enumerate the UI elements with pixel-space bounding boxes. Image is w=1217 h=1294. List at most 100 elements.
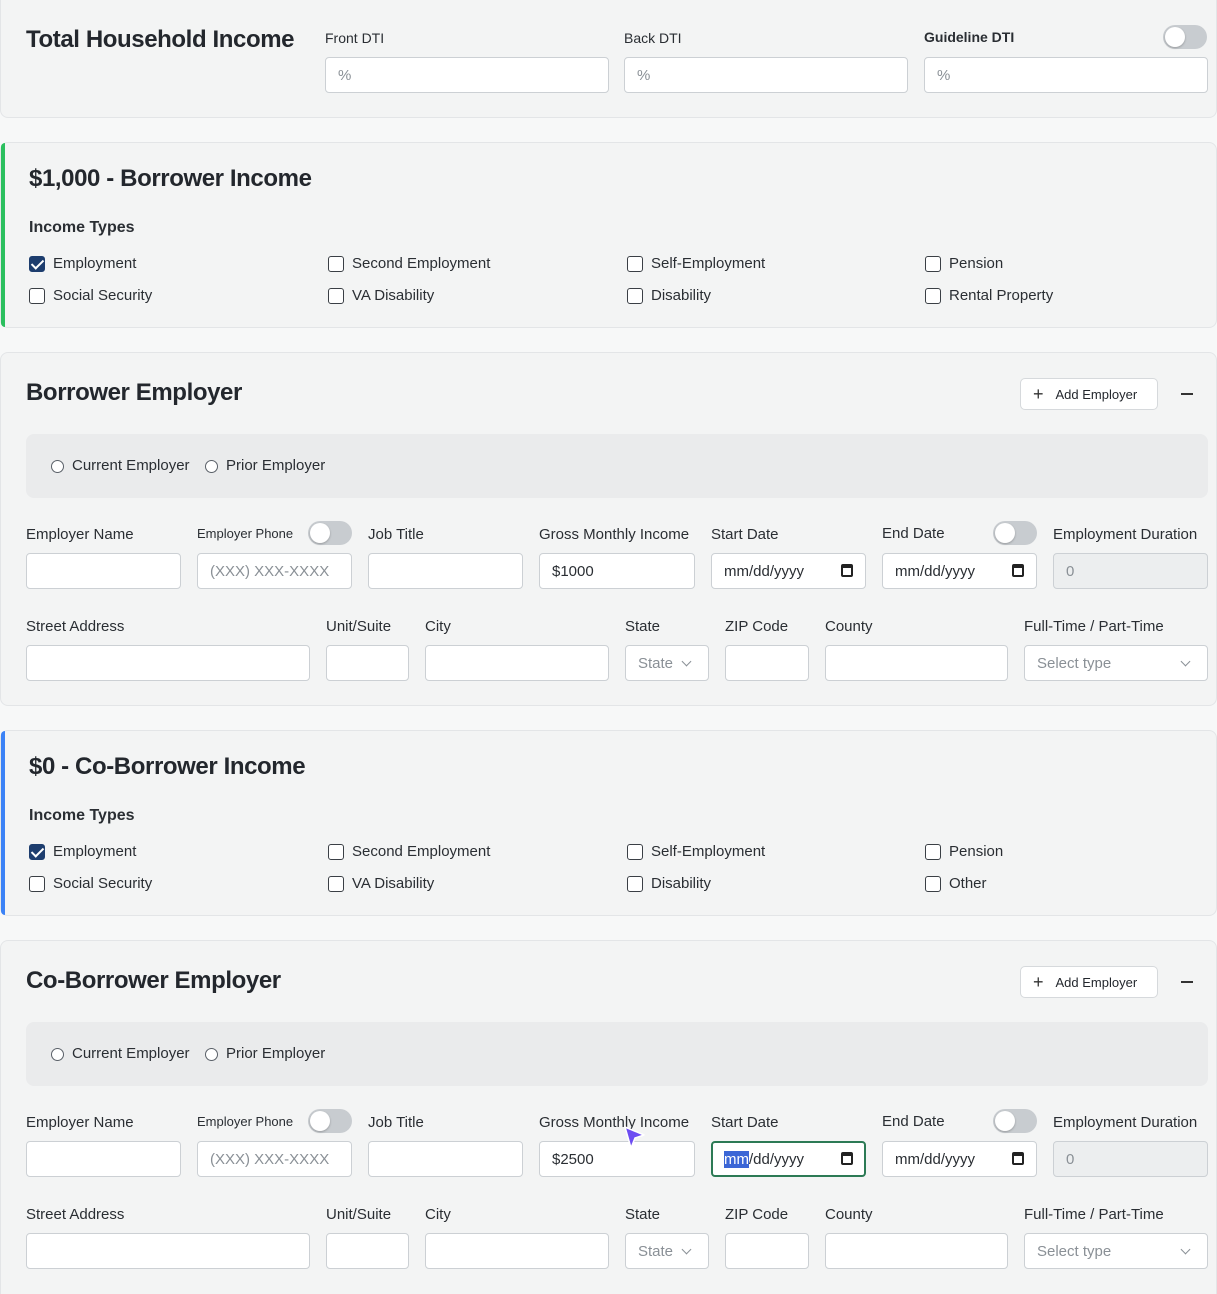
- job-title-input[interactable]: [368, 1141, 523, 1177]
- social-security-checkbox[interactable]: [29, 288, 45, 304]
- pension-checkbox[interactable]: [925, 256, 941, 272]
- end-date-label: End Date: [882, 1113, 945, 1130]
- pension-label[interactable]: Pension: [949, 843, 1003, 860]
- coborrower-employer-card: Co-Borrower Employer + Add Employer Curr…: [0, 940, 1217, 1294]
- self-employment-checkbox[interactable]: [627, 256, 643, 272]
- fulltime-parttime-select[interactable]: Select type: [1024, 645, 1208, 681]
- fulltime-parttime-select[interactable]: Select type: [1024, 1233, 1208, 1269]
- job-title-input[interactable]: [368, 553, 523, 589]
- social-security-label[interactable]: Social Security: [53, 287, 152, 304]
- self-employment-checkbox[interactable]: [627, 844, 643, 860]
- toggle-knob: [310, 523, 330, 543]
- prior-employer-radio[interactable]: [205, 1048, 218, 1061]
- employment-checkbox[interactable]: [29, 256, 45, 272]
- start-date-month-segment[interactable]: mm: [724, 1150, 749, 1168]
- end-date-toggle[interactable]: [993, 521, 1037, 545]
- employer-name-input[interactable]: [26, 553, 181, 589]
- pension-label[interactable]: Pension: [949, 255, 1003, 272]
- borrower-income-card: $1,000 - Borrower Income Income Types Em…: [0, 142, 1217, 328]
- end-date-input[interactable]: mm/dd/yyyy: [882, 1141, 1037, 1177]
- add-employer-button[interactable]: + Add Employer: [1020, 378, 1158, 410]
- city-input[interactable]: [425, 1233, 609, 1269]
- employment-checkbox[interactable]: [29, 844, 45, 860]
- prior-employer-label[interactable]: Prior Employer: [226, 1045, 325, 1062]
- zip-code-input[interactable]: [725, 645, 809, 681]
- employment-label[interactable]: Employment: [53, 843, 136, 860]
- unit-suite-input[interactable]: [326, 645, 409, 681]
- guideline-dti-toggle[interactable]: [1163, 25, 1207, 49]
- start-date-placeholder: /dd/yyyy: [749, 1150, 805, 1168]
- disability-label[interactable]: Disability: [651, 875, 711, 892]
- end-date-toggle[interactable]: [993, 1109, 1037, 1133]
- collapse-minus-icon[interactable]: [1181, 393, 1193, 395]
- pension-checkbox[interactable]: [925, 844, 941, 860]
- calendar-icon[interactable]: [1012, 1152, 1024, 1165]
- street-address-input[interactable]: [26, 1233, 310, 1269]
- employer-phone-input[interactable]: (XXX) XXX-XXXX: [197, 1141, 352, 1177]
- prior-employer-radio[interactable]: [205, 460, 218, 473]
- guideline-dti-input[interactable]: %: [924, 57, 1208, 93]
- job-title-label: Job Title: [368, 526, 424, 543]
- gross-income-input[interactable]: $2500: [539, 1141, 695, 1177]
- rental-property-checkbox[interactable]: [925, 288, 941, 304]
- gross-income-input[interactable]: $1000: [539, 553, 695, 589]
- self-employment-label[interactable]: Self-Employment: [651, 255, 765, 272]
- toggle-knob: [995, 1111, 1015, 1131]
- employer-name-input[interactable]: [26, 1141, 181, 1177]
- rental-property-label[interactable]: Rental Property: [949, 287, 1053, 304]
- disability-label[interactable]: Disability: [651, 287, 711, 304]
- end-date-placeholder: mm/dd/yyyy: [895, 1150, 976, 1168]
- city-input[interactable]: [425, 645, 609, 681]
- second-employment-checkbox[interactable]: [328, 256, 344, 272]
- collapse-minus-icon[interactable]: [1181, 981, 1193, 983]
- back-dti-input[interactable]: %: [624, 57, 908, 93]
- county-input[interactable]: [825, 1233, 1008, 1269]
- fulltime-parttime-label: Full-Time / Part-Time: [1024, 1206, 1164, 1223]
- second-employment-label[interactable]: Second Employment: [352, 843, 490, 860]
- current-employer-label[interactable]: Current Employer: [72, 1045, 190, 1062]
- current-employer-label[interactable]: Current Employer: [72, 457, 190, 474]
- calendar-icon[interactable]: [841, 1152, 853, 1165]
- current-employer-radio[interactable]: [51, 1048, 64, 1061]
- calendar-icon[interactable]: [1012, 564, 1024, 577]
- second-employment-label[interactable]: Second Employment: [352, 255, 490, 272]
- employer-phone-input[interactable]: (XXX) XXX-XXXX: [197, 553, 352, 589]
- coborrower-employer-title: Co-Borrower Employer: [26, 967, 281, 994]
- social-security-checkbox[interactable]: [29, 876, 45, 892]
- va-disability-checkbox[interactable]: [328, 876, 344, 892]
- zip-code-label: ZIP Code: [725, 1206, 789, 1223]
- income-types-heading: Income Types: [29, 807, 135, 824]
- employment-label[interactable]: Employment: [53, 255, 136, 272]
- second-employment-checkbox[interactable]: [328, 844, 344, 860]
- front-dti-label: Front DTI: [325, 30, 385, 46]
- coborrower-income-card: $0 - Co-Borrower Income Income Types Emp…: [0, 730, 1217, 916]
- state-select[interactable]: State: [625, 645, 709, 681]
- zip-code-input[interactable]: [725, 1233, 809, 1269]
- county-label: County: [825, 1206, 873, 1223]
- employer-phone-toggle[interactable]: [308, 521, 352, 545]
- employer-phone-toggle[interactable]: [308, 1109, 352, 1133]
- chevron-down-icon: [1180, 1244, 1191, 1255]
- social-security-label[interactable]: Social Security: [53, 875, 152, 892]
- calendar-icon[interactable]: [841, 564, 853, 577]
- front-dti-input[interactable]: %: [325, 57, 609, 93]
- disability-checkbox[interactable]: [627, 876, 643, 892]
- va-disability-label[interactable]: VA Disability: [352, 287, 434, 304]
- end-date-input[interactable]: mm/dd/yyyy: [882, 553, 1037, 589]
- va-disability-label[interactable]: VA Disability: [352, 875, 434, 892]
- county-input[interactable]: [825, 645, 1008, 681]
- va-disability-checkbox[interactable]: [328, 288, 344, 304]
- street-address-input[interactable]: [26, 645, 310, 681]
- current-employer-radio[interactable]: [51, 460, 64, 473]
- start-date-input[interactable]: mm/dd/yyyy: [711, 553, 866, 589]
- unit-suite-input[interactable]: [326, 1233, 409, 1269]
- other-label[interactable]: Other: [949, 875, 987, 892]
- add-employer-button[interactable]: + Add Employer: [1020, 966, 1158, 998]
- start-date-input[interactable]: mm/dd/yyyy: [711, 1141, 866, 1177]
- disability-checkbox[interactable]: [627, 288, 643, 304]
- self-employment-label[interactable]: Self-Employment: [651, 843, 765, 860]
- other-checkbox[interactable]: [925, 876, 941, 892]
- prior-employer-label[interactable]: Prior Employer: [226, 457, 325, 474]
- state-select[interactable]: State: [625, 1233, 709, 1269]
- employment-duration-label: Employment Duration: [1053, 526, 1198, 543]
